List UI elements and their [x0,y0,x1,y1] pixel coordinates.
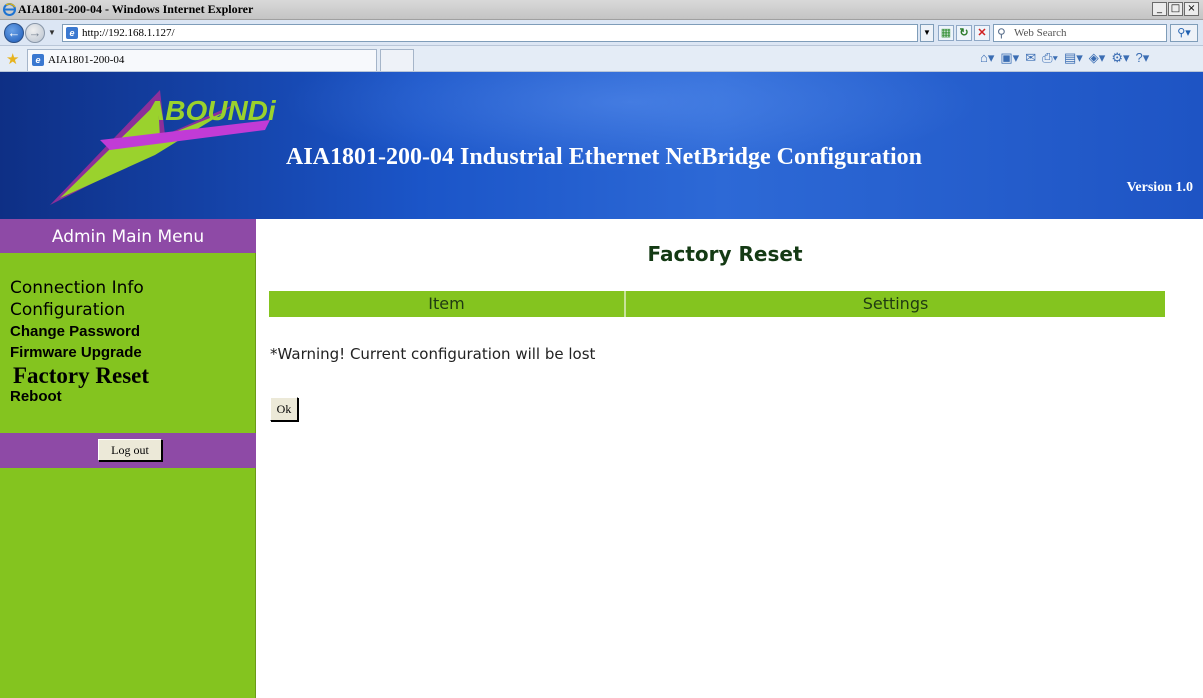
tab-label: AIA1801-200-04 [48,54,125,66]
sidebar-item-factory-reset[interactable]: Factory Reset [13,363,149,388]
safety-icon[interactable]: ◈▾ [1089,50,1106,66]
tab-bar: ★ e AIA1801-200-04 ⌂▾ ▣▾ ✉ ⎙▾ ▤▾ ◈▾ ⚙▾ ?… [0,46,1203,72]
favorites-star-icon[interactable]: ★ [6,50,19,68]
address-url[interactable]: http://192.168.1.127/ [82,27,175,39]
help-icon[interactable]: ?▾ [1136,50,1150,66]
sidebar-header: Admin Main Menu [0,219,256,253]
tools-gear-icon[interactable]: ⚙▾ [1111,50,1129,66]
logout-band: Log out [0,433,256,468]
search-button[interactable]: ⚲▾ [1170,24,1198,42]
refresh-icon[interactable]: ↻ [956,25,972,41]
close-button[interactable]: × [1184,2,1199,16]
compatibility-view-icon[interactable]: ▦ [938,25,954,41]
search-icon: ⚲ [997,26,1006,40]
version-label: Version 1.0 [1126,180,1193,195]
maximize-button[interactable]: □ [1168,2,1183,16]
sidebar: Admin Main Menu Connection Info Configur… [0,219,256,698]
print-icon[interactable]: ⎙▾ [1042,50,1058,66]
tab-page-icon: e [32,54,44,66]
feeds-icon[interactable]: ▣▾ [1000,50,1019,66]
forward-arrow-icon: → [28,25,42,40]
settings-table-header: Item Settings [269,291,1165,317]
warning-message: *Warning! Current configuration will be … [270,345,596,363]
logo-text: ABOUNDi [145,95,276,126]
back-button[interactable]: ← [4,23,24,43]
tab-current[interactable]: e AIA1801-200-04 [27,49,377,71]
page-icon: e [66,27,78,39]
window-title-bar: AIA1801-200-04 - Windows Internet Explor… [0,0,1203,20]
address-dropdown-button[interactable]: ▼ [920,24,934,42]
page-banner: ABOUNDi AIA1801-200-04 Industrial Ethern… [0,72,1203,219]
logout-button[interactable]: Log out [98,439,162,461]
home-icon[interactable]: ⌂▾ [980,50,994,66]
window-title: AIA1801-200-04 - Windows Internet Explor… [18,2,254,16]
sidebar-item-connection-info[interactable]: Connection Info [10,277,149,299]
search-placeholder: Web Search [1014,27,1067,39]
sidebar-item-change-password[interactable]: Change Password [10,321,149,342]
sidebar-item-reboot[interactable]: Reboot [10,388,149,406]
page-title: Factory Reset [647,242,803,266]
command-bar: ⌂▾ ▣▾ ✉ ⎙▾ ▤▾ ◈▾ ⚙▾ ?▾ [980,50,1149,66]
page-menu-icon[interactable]: ▤▾ [1064,50,1083,66]
window-controls: _ □ × [1152,2,1199,16]
address-field[interactable]: e http://192.168.1.127/ [62,24,918,42]
back-arrow-icon: ← [7,25,21,40]
sidebar-item-firmware-upgrade[interactable]: Firmware Upgrade [10,342,149,363]
column-header-item: Item [269,291,626,317]
sidebar-header-label: Admin Main Menu [51,227,205,247]
column-header-settings: Settings [626,291,1165,317]
search-input[interactable]: ⚲ Web Search [993,24,1167,42]
mail-icon[interactable]: ✉ [1025,50,1036,66]
banner-title: AIA1801-200-04 Industrial Ethernet NetBr… [286,144,922,170]
new-tab-button[interactable] [380,49,414,71]
sidebar-item-configuration[interactable]: Configuration [10,299,149,321]
ok-button[interactable]: Ok [270,397,298,421]
ie-icon [3,3,16,16]
address-toolbar: ← → ▼ e http://192.168.1.127/ ▼ ▦ ↻ ✕ ⚲ … [0,20,1203,46]
recent-pages-dropdown-icon[interactable]: ▼ [48,28,56,37]
admin-menu: Connection Info Configuration Change Pas… [10,277,149,406]
stop-icon[interactable]: ✕ [974,25,990,41]
minimize-button[interactable]: _ [1152,2,1167,16]
forward-button[interactable]: → [25,23,45,43]
